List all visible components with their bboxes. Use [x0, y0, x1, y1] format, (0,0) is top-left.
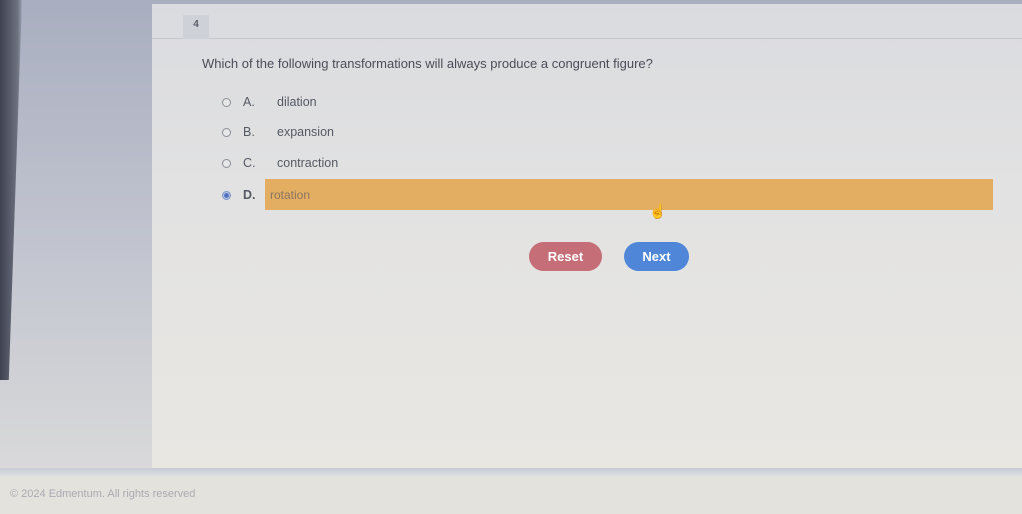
option-text: contraction: [277, 156, 339, 170]
option-c[interactable]: C. contraction: [222, 153, 338, 173]
option-letter: D.: [243, 188, 256, 202]
reset-button[interactable]: Reset: [529, 242, 602, 271]
option-a[interactable]: A. dilation: [222, 92, 317, 112]
option-d[interactable]: D.: [222, 185, 273, 205]
background-left: [0, 0, 152, 470]
question-panel: 4 Which of the following transformations…: [152, 4, 1022, 468]
radio-button-selected[interactable]: [222, 190, 231, 200]
next-button[interactable]: Next: [624, 242, 689, 271]
option-text: rotation: [270, 188, 311, 202]
option-text: expansion: [277, 125, 334, 139]
option-text: dilation: [277, 95, 317, 109]
hand-pointer-icon: ☝: [649, 203, 667, 219]
radio-button[interactable]: [222, 127, 231, 137]
footer: © 2024 Edmentum. All rights reserved: [0, 476, 1022, 514]
copyright-text: © 2024 Edmentum. All rights reserved: [10, 488, 196, 500]
option-letter: C.: [243, 156, 256, 170]
option-b[interactable]: B. expansion: [222, 122, 334, 142]
question-text: Which of the following transformations w…: [202, 56, 653, 71]
radio-button[interactable]: [222, 97, 231, 107]
option-letter: B.: [243, 125, 255, 139]
footer-divider: [0, 468, 1022, 476]
option-d-highlight[interactable]: rotation: [265, 179, 993, 210]
question-number: 4: [183, 15, 209, 39]
radio-button[interactable]: [222, 158, 231, 168]
option-letter: A.: [243, 95, 255, 109]
question-header: 4: [152, 4, 1022, 39]
